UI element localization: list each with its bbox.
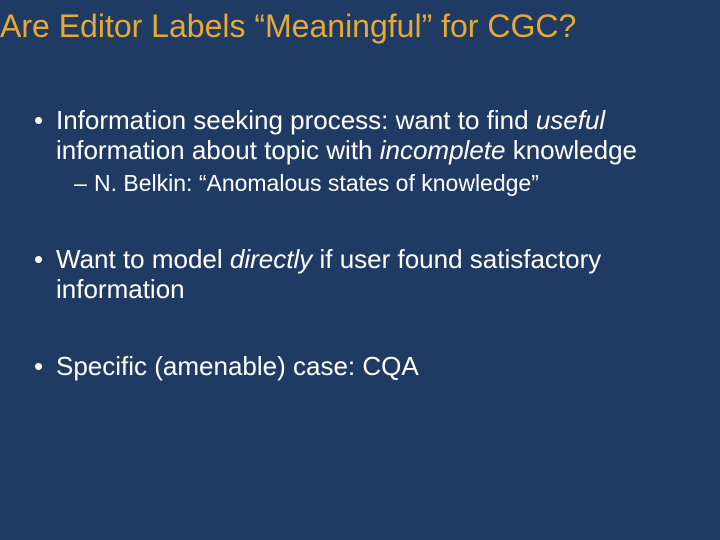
bullet-list-2: Want to model directly if user found sat…	[18, 244, 702, 305]
bullet-2: Want to model directly if user found sat…	[34, 244, 702, 305]
bullet-1-italic-useful: useful	[536, 105, 605, 135]
bullet-list-3: Specific (amenable) case: CQA	[18, 351, 702, 382]
bullet-list: Information seeking process: want to fin…	[18, 105, 702, 198]
bullet-1-text-e: knowledge	[505, 135, 637, 165]
slide-title: Are Editor Labels “Meaningful” for CGC?	[0, 0, 720, 45]
bullet-1-italic-incomplete: incomplete	[380, 135, 506, 165]
slide: Are Editor Labels “Meaningful” for CGC? …	[0, 0, 720, 540]
slide-body: Information seeking process: want to fin…	[0, 45, 720, 382]
bullet-2-italic-directly: directly	[230, 244, 312, 274]
bullet-1: Information seeking process: want to fin…	[34, 105, 702, 198]
bullet-2-text-a: Want to model	[56, 244, 230, 274]
spacer-2	[18, 315, 702, 351]
bullet-1-text-a: Information seeking process: want to fin…	[56, 105, 536, 135]
bullet-1-text-c: information about topic with	[56, 135, 380, 165]
sub-bullet-list-1: N. Belkin: “Anomalous states of knowledg…	[56, 170, 702, 198]
bullet-3: Specific (amenable) case: CQA	[34, 351, 702, 382]
spacer-1	[18, 208, 702, 244]
sub-bullet-1: N. Belkin: “Anomalous states of knowledg…	[74, 170, 702, 198]
